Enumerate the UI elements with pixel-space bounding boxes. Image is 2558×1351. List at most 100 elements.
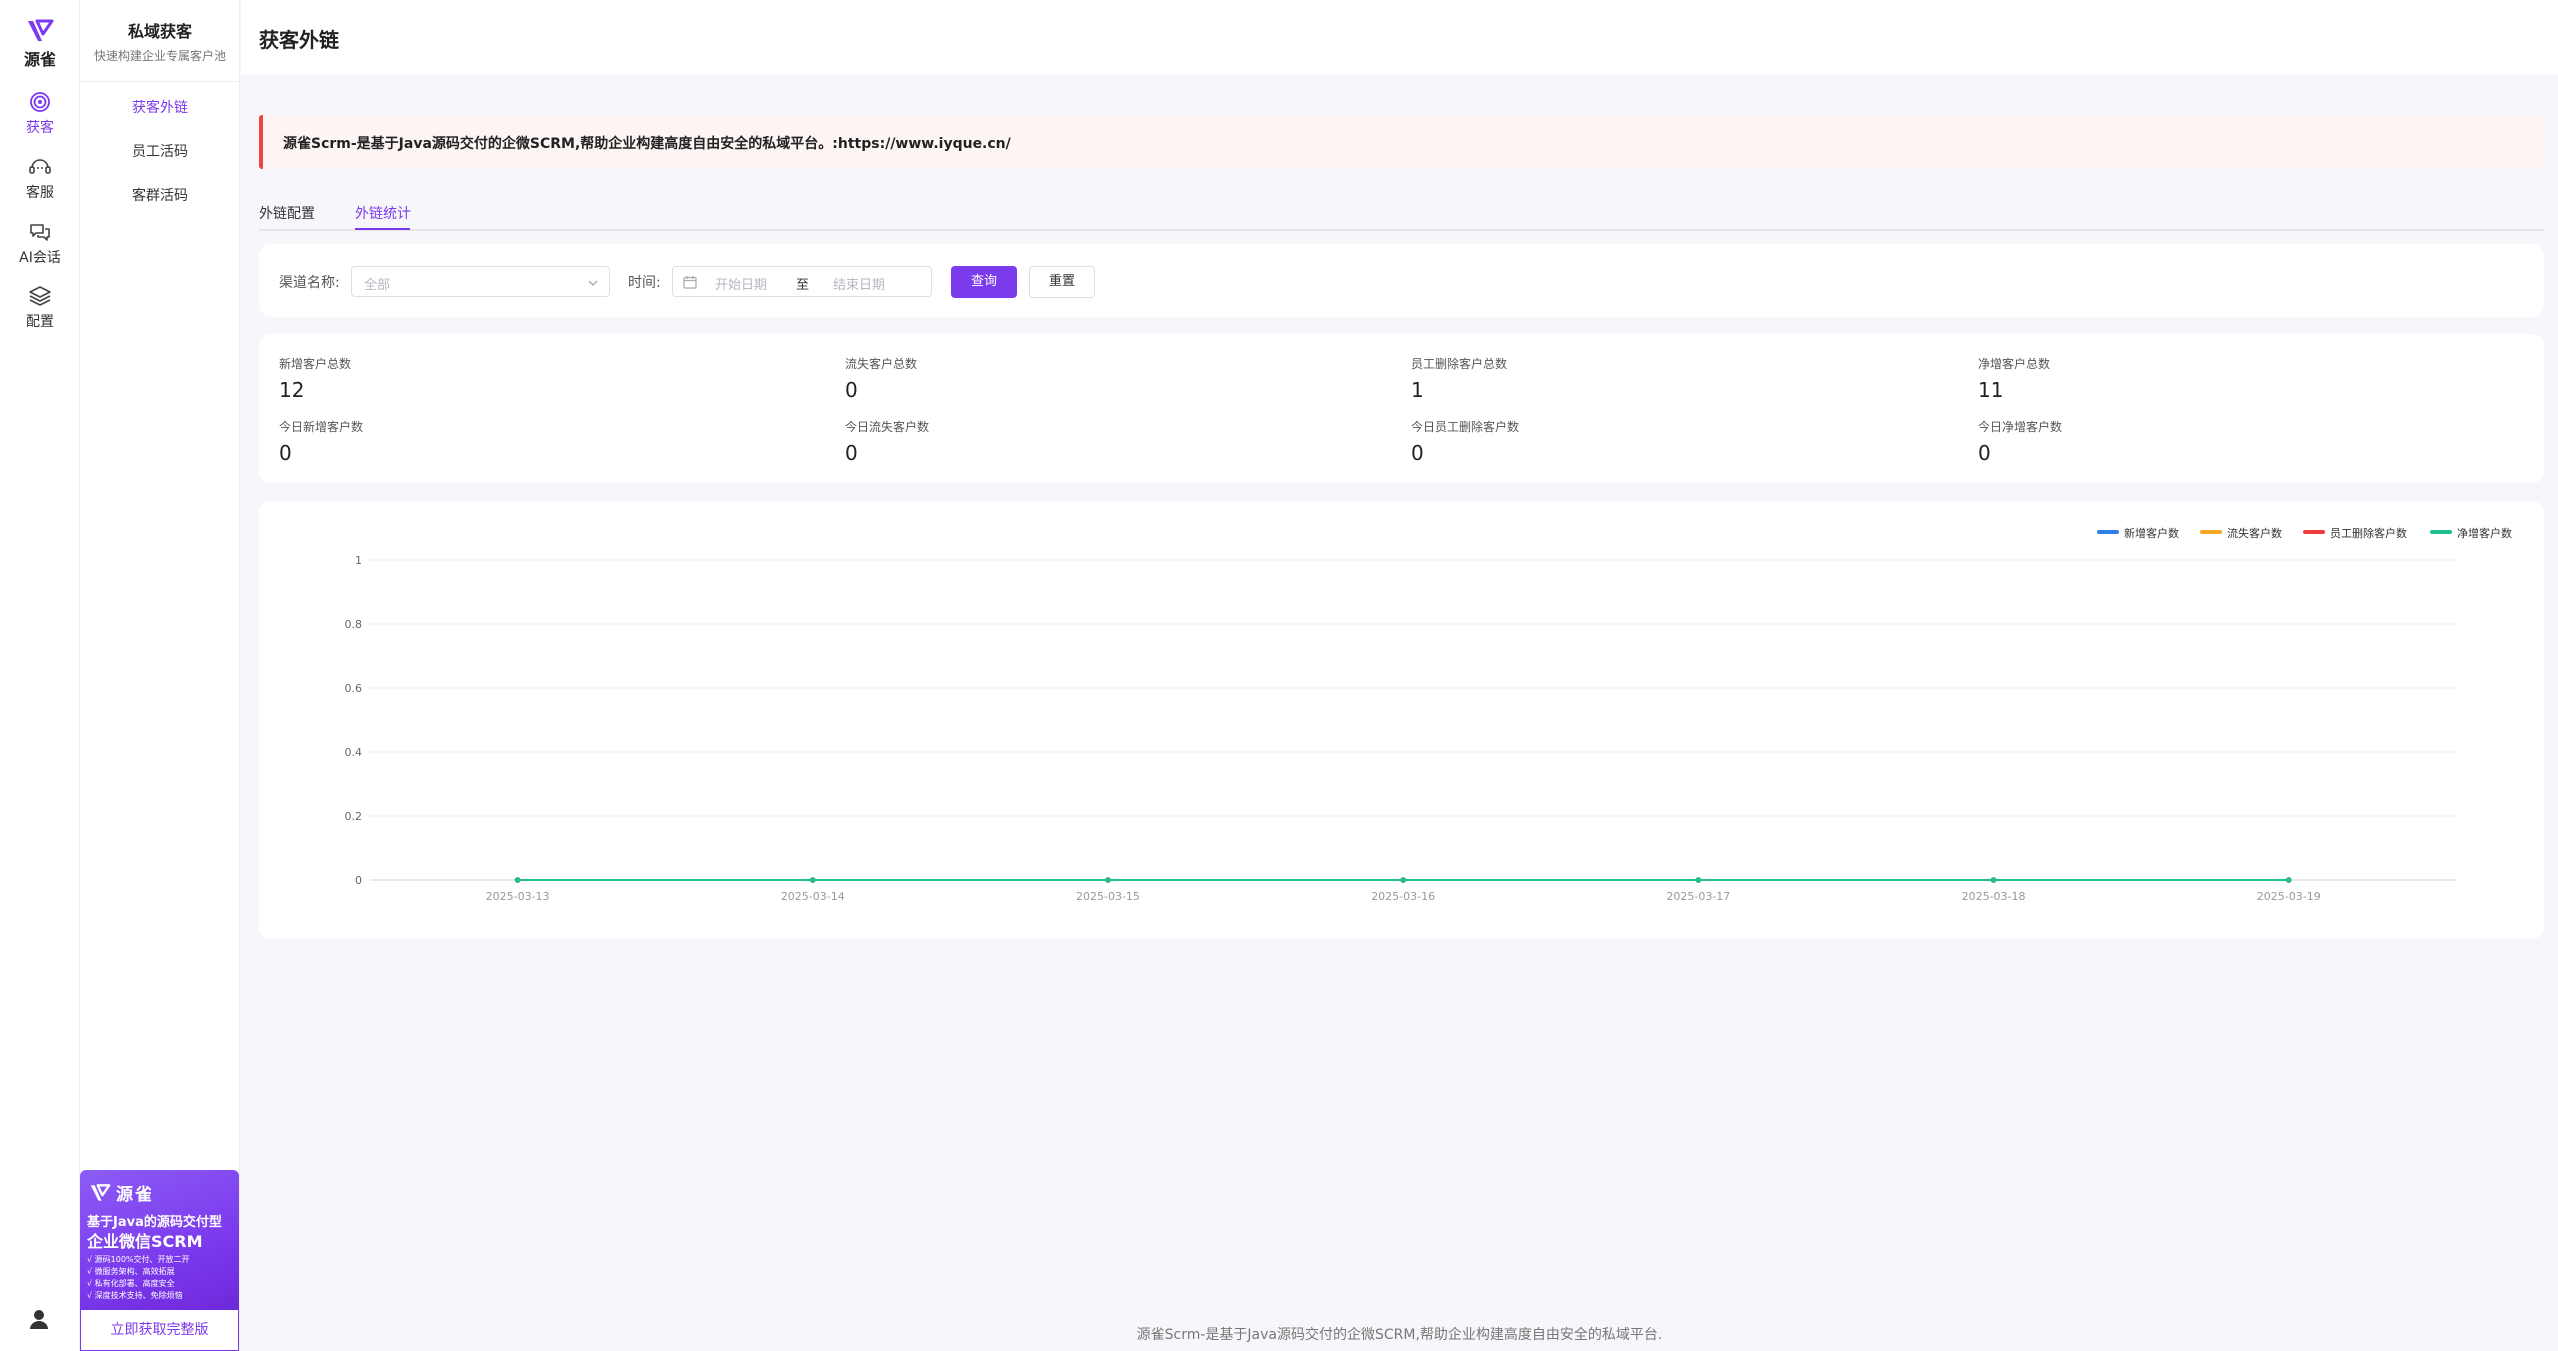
series-point	[1695, 877, 1702, 883]
stat-label: 新增客户总数	[279, 357, 352, 371]
date-range-picker[interactable]: 开始日期 至 结束日期	[672, 266, 932, 297]
x-tick-label: 2025-03-16	[1371, 890, 1435, 903]
page-header: 获客外链	[241, 0, 2558, 75]
reset-button[interactable]: 重置	[1029, 266, 1095, 298]
filter-bar: 渠道名称: 全部 时间: 开始日期 至 结束日期 查询 重置	[259, 244, 2544, 317]
stat-value: 0	[1411, 441, 1424, 465]
legend-swatch	[2430, 530, 2452, 534]
rail-label: AI会话	[19, 250, 61, 266]
chat-bubbles-icon	[30, 224, 50, 241]
channel-select-value: 全部	[364, 278, 391, 293]
chart-card: 0 0.2 0.4 0.6 0.8 1 2025-03-13 2025-03-14 2025-0…	[259, 501, 2544, 939]
headset-icon	[29, 159, 51, 174]
end-date-input[interactable]: 结束日期	[833, 274, 885, 293]
range-separator: 至	[796, 278, 810, 293]
stat-total-lost: 流失客户总数 0	[845, 355, 1345, 402]
series-point	[1990, 877, 1997, 883]
rail-label: 配置	[26, 314, 54, 330]
y-tick-label: 0.4	[345, 746, 363, 759]
promo-panel[interactable]: 源雀 基于Java的源码交付型 企业微信SCRM √ 源码100%交付、开放二开…	[80, 1170, 239, 1310]
stat-total-net: 净增客户总数 11	[1978, 355, 2478, 402]
x-tick-label: 2025-03-15	[1076, 890, 1140, 903]
stat-value: 1	[1411, 378, 1424, 402]
legend-label: 净增客户数	[2457, 526, 2512, 540]
stat-value: 0	[1978, 441, 1991, 465]
notice-text: 源雀Scrm-是基于Java源码交付的企微SCRM,帮助企业构建高度自由安全的私…	[283, 136, 1011, 152]
series-point	[809, 877, 816, 883]
promo-bullet: √ 深度技术支持、免除烦恼	[87, 1291, 183, 1300]
time-label: 时间:	[628, 275, 661, 291]
get-full-version-button[interactable]: 立即获取完整版	[80, 1310, 239, 1351]
stat-label: 今日员工删除客户数	[1411, 420, 1520, 434]
y-tick-label: 0	[355, 874, 362, 887]
submenu-title: 私域获客	[127, 22, 192, 41]
submenu-item-kequn-huoma[interactable]: 客群活码	[80, 185, 240, 205]
promo-bullets: √ 源码100%交付、开放二开 √ 微服务架构、高效拓展 √ 私有化部署、高度安…	[87, 1254, 190, 1302]
app-logo[interactable]: 源雀	[0, 18, 80, 70]
submenu-item-yuangong-huoma[interactable]: 员工活码	[80, 141, 240, 161]
channel-label: 渠道名称:	[279, 275, 340, 291]
legend-swatch	[2097, 530, 2119, 534]
x-tick-label: 2025-03-13	[486, 890, 550, 903]
rail-label: 客服	[26, 185, 54, 201]
stat-total-deleted: 员工删除客户总数 1	[1411, 355, 1911, 402]
tab-link-stats[interactable]: 外链统计	[355, 203, 411, 223]
promo-banner[interactable]: 源雀 基于Java的源码交付型 企业微信SCRM √ 源码100%交付、开放二开…	[80, 1170, 239, 1351]
submenu-subtitle: 快速构建企业专属客户池	[93, 49, 226, 63]
y-tick-label: 1	[355, 554, 362, 567]
stat-today-new: 今日新增客户数 0	[279, 418, 779, 465]
start-date-input[interactable]: 开始日期	[715, 274, 767, 293]
x-tick-label: 2025-03-19	[2257, 890, 2321, 903]
promo-brand: 源雀	[88, 1180, 154, 1205]
stat-value: 11	[1978, 378, 2004, 402]
promo-bullet: √ 私有化部署、高度安全	[87, 1279, 175, 1288]
stat-value: 0	[845, 441, 858, 465]
legend-label: 流失客户数	[2227, 526, 2282, 540]
series-point	[1105, 877, 1111, 883]
promo-bullet: √ 微服务架构、高效拓展	[87, 1267, 175, 1276]
stat-label: 员工删除客户总数	[1411, 357, 1508, 371]
legend-swatch	[2303, 530, 2325, 534]
rail-item-kefu[interactable]: 客服	[0, 156, 80, 202]
submenu-item-huoke-wailian[interactable]: 获客外链	[80, 97, 240, 117]
stat-total-new: 新增客户总数 12	[279, 355, 779, 402]
stat-today-deleted: 今日员工删除客户数 0	[1411, 418, 1911, 465]
line-chart: 0 0.2 0.4 0.6 0.8 1 2025-03-13 2025-03-14 2025-0…	[345, 526, 2513, 903]
chevron-down-icon	[588, 280, 598, 286]
tabs: 外链配置 外链统计	[259, 195, 2544, 231]
rail-item-config[interactable]: 配置	[0, 285, 80, 331]
submenu: 私域获客 快速构建企业专属客户池 获客外链 员工活码 客群活码	[80, 0, 240, 1351]
rail-label: 获客	[26, 120, 54, 136]
series-point	[514, 877, 521, 883]
rail-item-huoke[interactable]: 获客	[0, 91, 80, 137]
user-icon	[30, 1310, 48, 1329]
stat-label: 今日流失客户数	[845, 420, 930, 434]
promo-subheadline: 企业微信SCRM	[87, 1232, 203, 1251]
target-icon	[30, 92, 50, 112]
stat-label: 今日新增客户数	[279, 420, 364, 434]
stat-today-lost: 今日流失客户数 0	[845, 418, 1345, 465]
channel-select[interactable]: 全部	[351, 266, 610, 297]
tab-link-config[interactable]: 外链配置	[259, 203, 315, 223]
stat-label: 净增客户总数	[1978, 357, 2051, 371]
stat-label: 今日净增客户数	[1978, 420, 2063, 434]
stat-label: 流失客户总数	[845, 357, 918, 371]
submenu-divider	[80, 81, 239, 82]
stats-panel: 新增客户总数 12 流失客户总数 0 员工删除客户总数 1 净增客户总数 11 …	[259, 334, 2544, 483]
series-point	[1400, 877, 1406, 883]
user-menu-button[interactable]	[27, 1307, 51, 1335]
x-tick-label: 2025-03-18	[1962, 890, 2026, 903]
y-tick-label: 0.2	[345, 810, 363, 823]
brand-name: 源雀	[23, 50, 56, 69]
stat-value: 12	[279, 378, 305, 402]
brand-logo-icon	[90, 1183, 111, 1201]
rail-item-ai[interactable]: AI会话	[0, 221, 80, 267]
x-tick-label: 2025-03-17	[1666, 890, 1730, 903]
icon-rail: 源雀 获客 客服 AI会话 配置	[0, 0, 80, 1351]
notice-banner: 源雀Scrm-是基于Java源码交付的企微SCRM,帮助企业构建高度自由安全的私…	[259, 115, 2544, 169]
legend-label: 新增客户数	[2124, 526, 2179, 540]
query-button[interactable]: 查询	[951, 266, 1017, 298]
promo-bullet: √ 源码100%交付、开放二开	[87, 1255, 190, 1264]
layers-icon	[29, 286, 51, 306]
series-point	[2285, 877, 2292, 883]
